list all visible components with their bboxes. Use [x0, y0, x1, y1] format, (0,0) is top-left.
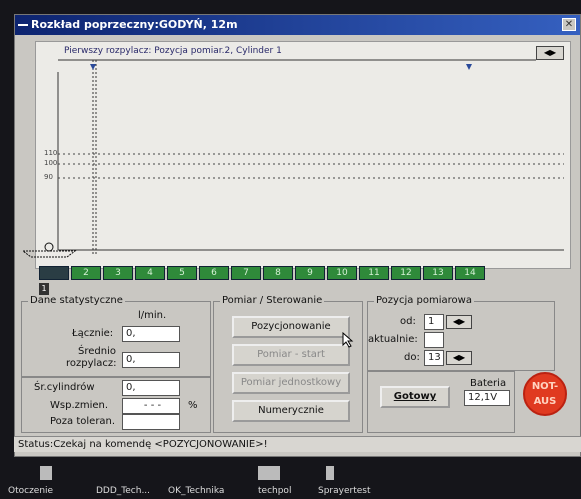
cylinder-5[interactable]: 5 — [167, 266, 197, 280]
measure-start-button[interactable]: Pomiar - start — [232, 344, 350, 366]
y-tick-110: 110 — [44, 149, 58, 157]
ready-button[interactable]: Gotowy — [380, 386, 450, 408]
total-label: Łącznie: — [72, 328, 114, 339]
sprayer-icon — [21, 242, 77, 258]
main-window: Rozkład poprzeczny:GODYŃ, 12m ✕ Pierwszy… — [14, 14, 581, 457]
avg-label-2: rozpylacz: — [66, 358, 117, 369]
cylinder-8[interactable]: 8 — [263, 266, 293, 280]
nozzle-marker-icon — [90, 64, 96, 70]
window-title: Rozkład poprzeczny:GODYŃ, 12m — [31, 18, 238, 31]
avg-field: 0, — [122, 352, 180, 368]
positioning-button[interactable]: Pozycjonowanie — [232, 316, 350, 338]
variation-unit: % — [188, 400, 198, 411]
single-measure-button[interactable]: Pomiar jednostkowy — [232, 372, 350, 394]
from-label: od: — [400, 316, 416, 327]
taskbar-item-otoczenie[interactable]: Otoczenie — [8, 486, 53, 496]
avg-label-1: Średnio — [78, 346, 116, 357]
title-bar: Rozkład poprzeczny:GODYŃ, 12m ✕ — [15, 15, 580, 35]
emergency-stop-line2: AUS — [533, 396, 557, 407]
tolerance-field — [122, 414, 180, 430]
cyl-avg-label: Śr.cylindrów — [34, 382, 95, 393]
total-field: 0, — [122, 326, 180, 342]
stats-group-lower: Śr.cylindrów 0, Wsp.zmien. - - - % Poza … — [21, 377, 211, 433]
nozzle-marker-icon-2 — [466, 64, 472, 70]
emergency-stop-line1: NOT- — [531, 381, 559, 392]
cylinder-2[interactable]: 2 — [71, 266, 101, 280]
desktop-icon-1[interactable] — [40, 466, 52, 480]
stats-group: Dane statystyczne l/min. Łącznie: 0, Śre… — [21, 295, 211, 377]
variation-field: - - - — [122, 398, 180, 414]
battery-field: 12,1V — [464, 390, 510, 406]
unit-label: l/min. — [138, 310, 167, 321]
taskbar-item-ddd[interactable]: DDD_Tech... — [96, 486, 150, 496]
current-field — [424, 332, 444, 348]
variation-label: Wsp.zmien. — [50, 400, 109, 411]
y-tick-90: 90 — [44, 173, 53, 181]
numeric-button[interactable]: Numerycznie — [232, 400, 350, 422]
cylinder-6[interactable]: 6 — [199, 266, 229, 280]
cylinder-1[interactable] — [39, 266, 69, 280]
y-tick-100: 100 — [44, 159, 58, 167]
cylinder-4[interactable]: 4 — [135, 266, 165, 280]
desktop-icon-2[interactable] — [258, 466, 280, 480]
to-field[interactable]: 13 — [424, 350, 444, 366]
current-label: aktualnie: — [368, 334, 418, 345]
cylinder-11[interactable]: 11 — [359, 266, 389, 280]
cyl-avg-field: 0, — [122, 380, 180, 396]
battery-label: Bateria — [470, 378, 507, 389]
taskbar-item-ok[interactable]: OK_Technika — [168, 486, 224, 496]
cylinder-10[interactable]: 10 — [327, 266, 357, 280]
to-arrows-icon[interactable]: ◀▶ — [446, 351, 472, 365]
from-field[interactable]: 1 — [424, 314, 444, 330]
stats-title: Dane statystyczne — [28, 295, 125, 306]
ready-group: Gotowy Bateria 12,1V — [367, 371, 515, 433]
emergency-stop-button[interactable]: NOT- AUS — [523, 372, 567, 416]
control-group: Pomiar / Sterowanie Pozycjonowanie Pomia… — [213, 295, 363, 433]
position-group: Pozycja pomiarowa od: 1 ◀▶ aktualnie: do… — [367, 295, 555, 371]
cylinder-7[interactable]: 7 — [231, 266, 261, 280]
window-menu-icon[interactable] — [18, 24, 28, 26]
taskbar-item-techpol[interactable]: techpol — [258, 486, 291, 496]
status-bar: Status:Czekaj na komendę <POZYCJONOWANIE… — [14, 436, 581, 452]
tolerance-label: Poza toleran. — [50, 416, 116, 427]
control-title: Pomiar / Sterowanie — [220, 295, 325, 306]
desktop-icon-3[interactable] — [326, 466, 334, 480]
current-cylinder-marker: 1 — [39, 283, 49, 295]
cylinder-13[interactable]: 13 — [423, 266, 453, 280]
cylinder-3[interactable]: 3 — [103, 266, 133, 280]
cylinder-9[interactable]: 9 — [295, 266, 325, 280]
taskbar-item-sprayertest[interactable]: Sprayertest — [318, 486, 371, 496]
chart-svg — [57, 59, 564, 254]
from-arrows-icon[interactable]: ◀▶ — [446, 315, 472, 329]
to-label: do: — [404, 352, 420, 363]
close-icon[interactable]: ✕ — [562, 18, 576, 31]
cylinder-12[interactable]: 12 — [391, 266, 421, 280]
cylinder-14[interactable]: 14 — [455, 266, 485, 280]
mouse-cursor-icon — [342, 332, 354, 348]
position-title: Pozycja pomiarowa — [374, 295, 474, 306]
distribution-chart: Pierwszy rozpylacz: Pozycja pomiar.2, Cy… — [35, 41, 571, 269]
